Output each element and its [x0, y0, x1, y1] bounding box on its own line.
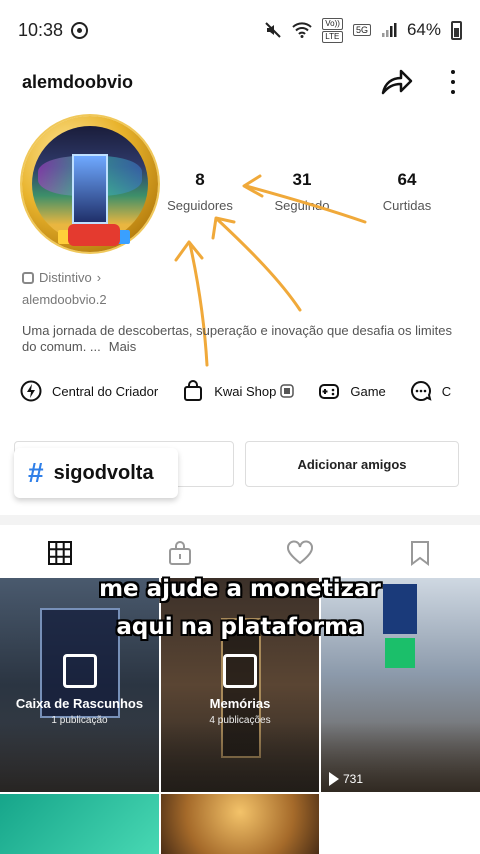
wifi-icon: [292, 22, 312, 38]
bio-text: Uma jornada de descobertas, superação e …: [22, 323, 452, 354]
stat-likes[interactable]: 64 Curtidas: [367, 170, 447, 213]
memories-overlay: Memórias 4 publicações: [161, 654, 319, 726]
share-icon[interactable]: [380, 67, 414, 97]
network-5g-tag: 5G: [352, 24, 371, 36]
view-count: 731: [329, 772, 363, 786]
shortcut-label: Central do Criador: [52, 383, 159, 399]
status-time: 10:38: [18, 19, 64, 40]
badge-label: Distintivo: [39, 270, 92, 285]
battery-percent: 64%: [406, 20, 441, 39]
shortcut-kwai-shop[interactable]: Kwai Shop: [182, 380, 295, 402]
avatar[interactable]: [22, 116, 158, 252]
drafts-title: Caixa de Rascunhos: [15, 696, 144, 711]
shortcut-label: Kwai Shop: [214, 383, 277, 399]
whatsapp-icon: [71, 21, 89, 39]
profile-username: alemdoobvio: [22, 71, 134, 92]
mute-icon: [265, 22, 281, 38]
likes-count: 64: [397, 170, 417, 189]
heart-icon: [287, 540, 313, 565]
badge-link[interactable]: Distintivo ›: [22, 270, 101, 285]
video-tile[interactable]: [161, 794, 319, 854]
lock-bag-icon: [169, 541, 191, 565]
more-options-icon[interactable]: [448, 70, 458, 94]
signal-icon: [381, 23, 397, 37]
hashtag-label: sigodvolta: [53, 461, 154, 484]
memories-count: 4 publicações: [209, 715, 271, 726]
stat-following[interactable]: 31 Seguindo: [262, 170, 342, 213]
battery-icon: [451, 20, 462, 40]
arrow-annotation: [216, 218, 302, 312]
drafts-count: 1 publicação: [51, 715, 108, 726]
followers-label: Seguidores: [167, 198, 233, 213]
following-label: Seguindo: [274, 198, 330, 213]
shortcut-creator-center[interactable]: Central do Criador: [20, 380, 158, 402]
hashtag-icon: #: [28, 457, 44, 488]
bolt-circle-icon: [20, 380, 42, 402]
chevron-right-icon: ›: [96, 270, 102, 285]
likes-label: Curtidas: [382, 198, 432, 213]
profile-bio[interactable]: Uma jornada de descobertas, superação e …: [22, 323, 462, 355]
hashtag-sticker: # sigodvolta: [14, 448, 178, 498]
chat-bubble-icon: [410, 380, 432, 401]
bio-more-link[interactable]: Mais: [109, 339, 136, 354]
caption-line: aqui na plataforma: [116, 614, 364, 640]
avatar-decoration: [68, 224, 120, 246]
shortcuts-row: Central do Criador Kwai Shop Game C: [20, 376, 475, 406]
followers-count: 8: [195, 170, 205, 189]
grid-icon: [48, 541, 72, 565]
memories-title: Memórias: [209, 696, 271, 711]
drafts-overlay: Caixa de Rascunhos 1 publicação: [0, 654, 159, 726]
badge-icon: [22, 271, 34, 284]
profile-handle: alemdoobvio.2: [22, 292, 107, 307]
shortcut-label: Game: [350, 383, 386, 399]
add-friends-button[interactable]: Adicionar amigos: [245, 441, 459, 487]
video-caption: me ajude a monetizar aqui na plataforma: [0, 570, 480, 646]
play-icon: [329, 772, 339, 786]
gamepad-icon: [319, 384, 340, 399]
section-divider: [0, 515, 480, 525]
view-count-text: 731: [343, 772, 364, 786]
video-tile[interactable]: [0, 794, 159, 854]
profile-header: alemdoobvio: [0, 60, 480, 104]
network-tag: Vo)) LTE: [322, 17, 343, 43]
drafts-icon: [62, 654, 97, 688]
empty-tile: [321, 794, 480, 854]
stat-followers[interactable]: 8 Seguidores: [160, 170, 240, 213]
bookmark-icon: [411, 541, 429, 566]
caption-line: me ajude a monetizar: [99, 576, 381, 602]
shopping-bag-icon: [184, 380, 203, 401]
shortcut-label: C: [441, 383, 452, 399]
shortcut-game[interactable]: Game: [318, 380, 386, 402]
shop-badge-icon: [280, 384, 295, 398]
status-bar: 10:38 Vo)) LTE 5G 64%: [0, 0, 480, 60]
following-count: 31: [292, 170, 312, 189]
memories-icon: [223, 654, 257, 688]
shortcut-chat[interactable]: C: [410, 380, 451, 402]
